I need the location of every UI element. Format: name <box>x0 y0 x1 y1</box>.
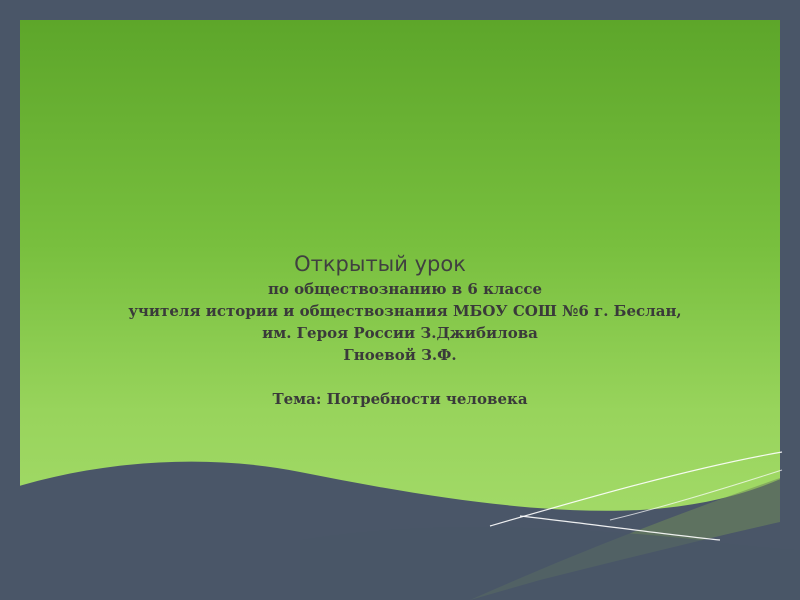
slide-title: Открытый урок <box>294 252 466 276</box>
school-name-line: им. Героя России З.Джибилова <box>262 324 538 342</box>
slide: Открытый урок по обществознанию в 6 клас… <box>0 0 800 600</box>
slide-text-block: Открытый урок по обществознанию в 6 клас… <box>20 250 780 410</box>
author-line: Гноевой З.Ф. <box>343 346 457 364</box>
subject-line: по обществознанию в 6 классе <box>267 280 543 298</box>
teacher-line: учителя истории и обществознания МБОУ СО… <box>128 302 682 320</box>
topic-line: Тема: Потребности человека <box>272 390 528 408</box>
